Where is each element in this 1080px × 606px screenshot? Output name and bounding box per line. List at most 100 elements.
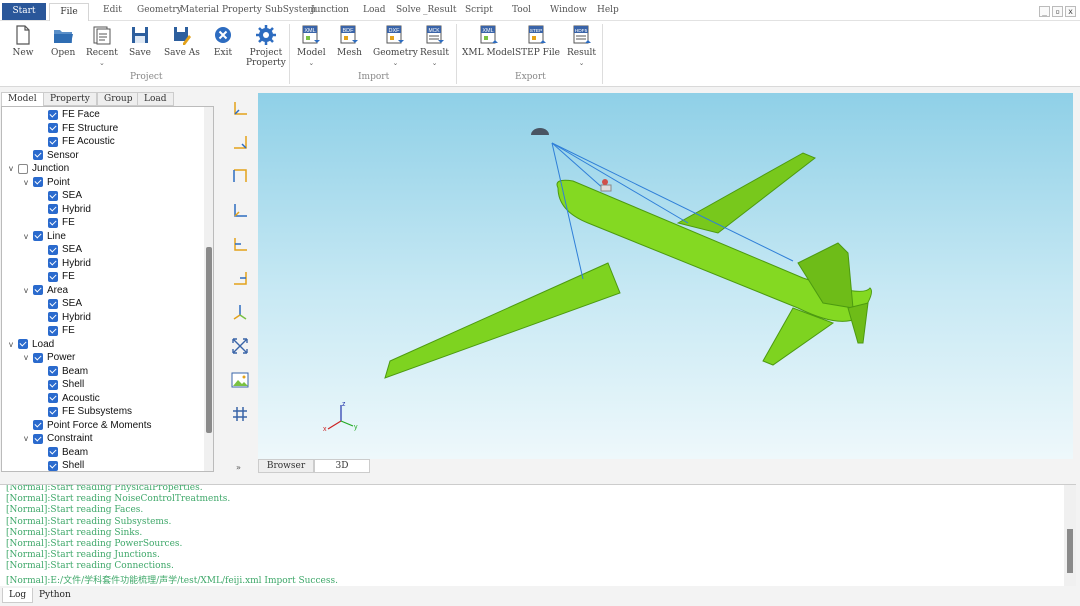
export-xml-model-button[interactable]: XML XML Model [462,24,515,58]
view-left-button[interactable] [230,234,250,254]
tree-item[interactable]: FE [36,324,75,337]
tree-checkbox[interactable] [48,136,58,147]
sensor-marker[interactable] [600,184,612,192]
tree-checkbox[interactable] [48,217,58,228]
tree-item[interactable]: FE [36,216,75,229]
menu-property[interactable]: Property [222,5,262,15]
tree-item[interactable]: Beam [36,365,88,378]
tree-checkbox[interactable] [33,231,43,241]
menu-junction[interactable]: Junction [311,5,349,15]
tree-item[interactable]: SEA [36,189,82,202]
view-bottom-button[interactable] [230,200,250,220]
import-geometry-button[interactable]: DXF Geometry ⌄ [373,24,418,68]
tree-checkbox[interactable] [33,150,43,160]
tree-item[interactable]: FE [36,270,75,283]
open-button[interactable]: Open [51,24,75,58]
screenshot-button[interactable] [230,370,250,390]
tree-checkbox[interactable] [48,204,58,214]
log-scrollbar[interactable] [1064,485,1076,586]
tree-checkbox[interactable] [48,460,58,471]
expand-toolbar-icon[interactable]: » [236,463,241,472]
menu-start[interactable]: Start [2,3,46,20]
menu-solve[interactable]: Solve [396,5,421,15]
tree-checkbox[interactable] [48,190,58,201]
tree-checkbox[interactable] [48,366,58,376]
tree-checkbox[interactable] [18,163,28,174]
tree-checkbox[interactable] [33,420,43,430]
menu-result[interactable]: _Result [423,5,457,15]
chevron-down-icon[interactable]: v [21,434,31,443]
import-result-button[interactable]: MCK Result ⌄ [420,24,449,68]
3d-viewport[interactable]: z x y [258,93,1073,459]
tree-scrollbar[interactable] [204,107,213,471]
project-property-button[interactable]: Project Property [246,24,286,68]
tree-item[interactable]: FE Acoustic [36,135,115,148]
import-mesh-button[interactable]: BDF Mesh [337,24,362,58]
tree-item[interactable]: Hybrid [36,203,91,216]
tab-load[interactable]: Load [137,92,174,106]
tree-checkbox[interactable] [48,325,58,336]
save-button[interactable]: Save [129,24,151,58]
left-wing[interactable] [384,262,621,379]
scrollbar-thumb[interactable] [1067,529,1073,573]
tree-checkbox[interactable] [48,109,58,120]
menu-geometry[interactable]: Geometry [137,5,182,15]
tree-checkbox[interactable] [48,393,58,403]
tree-item[interactable]: v Load [6,338,54,351]
export-result-button[interactable]: HDF5 Result ⌄ [567,24,596,68]
tree-checkbox[interactable] [48,258,58,268]
tree-checkbox[interactable] [48,123,58,133]
scrollbar-thumb[interactable] [206,247,212,433]
tree-checkbox[interactable] [33,285,43,295]
recent-button[interactable]: Recent ⌄ [86,24,118,68]
import-model-button[interactable]: XML Model ⌄ [297,24,326,68]
fit-view-button[interactable] [230,336,250,356]
tree-checkbox[interactable] [48,406,58,417]
right-wing[interactable] [676,152,816,234]
view-top-button[interactable] [230,166,250,186]
exit-button[interactable]: Exit [212,24,234,58]
chevron-down-icon[interactable]: v [21,286,31,295]
tree-item[interactable]: Hybrid [36,311,91,324]
tree-checkbox[interactable] [48,379,58,390]
menu-file[interactable]: File [49,3,89,21]
tree-item[interactable]: v Line [21,230,66,243]
menu-edit[interactable]: Edit [103,5,122,15]
tab-browser[interactable]: Browser [258,459,314,473]
view-front-button[interactable] [230,98,250,118]
tree-checkbox[interactable] [33,177,43,187]
export-step-file-button[interactable]: STEP STEP File [515,24,560,58]
chevron-down-icon[interactable]: v [6,164,16,173]
tree-checkbox[interactable] [48,271,58,282]
tree-item[interactable]: v Point [21,176,70,189]
tab-python[interactable]: Python [33,588,77,603]
tab-model[interactable]: Model [1,92,44,106]
restore-button[interactable]: ▫ [1052,6,1063,17]
menu-script[interactable]: Script [465,5,493,15]
tree-item[interactable]: Acoustic [36,392,100,405]
tree-item[interactable]: Hybrid [36,257,91,270]
tree-checkbox[interactable] [18,339,28,349]
tab-log[interactable]: Log [2,588,34,603]
menu-tool[interactable]: Tool [512,5,531,15]
tree-item[interactable]: Point Force & Moments [21,419,151,432]
menu-material[interactable]: Material [180,5,219,15]
tree-checkbox[interactable] [48,447,58,457]
view-right-button[interactable] [230,268,250,288]
menu-window[interactable]: Window [550,5,587,15]
tree-item[interactable]: v Constraint [21,432,93,445]
tree-checkbox[interactable] [33,433,43,444]
chevron-down-icon[interactable]: v [6,340,16,349]
airplane-model[interactable]: z x y [258,93,1073,459]
grid-toggle-button[interactable] [230,404,250,424]
tree-item[interactable]: Shell [36,459,84,471]
chevron-down-icon[interactable]: v [21,178,31,187]
tree-item[interactable]: FE Face [36,108,100,121]
sensor-point[interactable] [602,179,608,185]
menu-help[interactable]: Help [597,5,619,15]
light-source-icon[interactable] [531,128,549,135]
tree-checkbox[interactable] [48,312,58,322]
view-back-button[interactable] [230,132,250,152]
tree-item[interactable]: v Junction [6,162,69,175]
tree-item[interactable]: SEA [36,297,82,310]
